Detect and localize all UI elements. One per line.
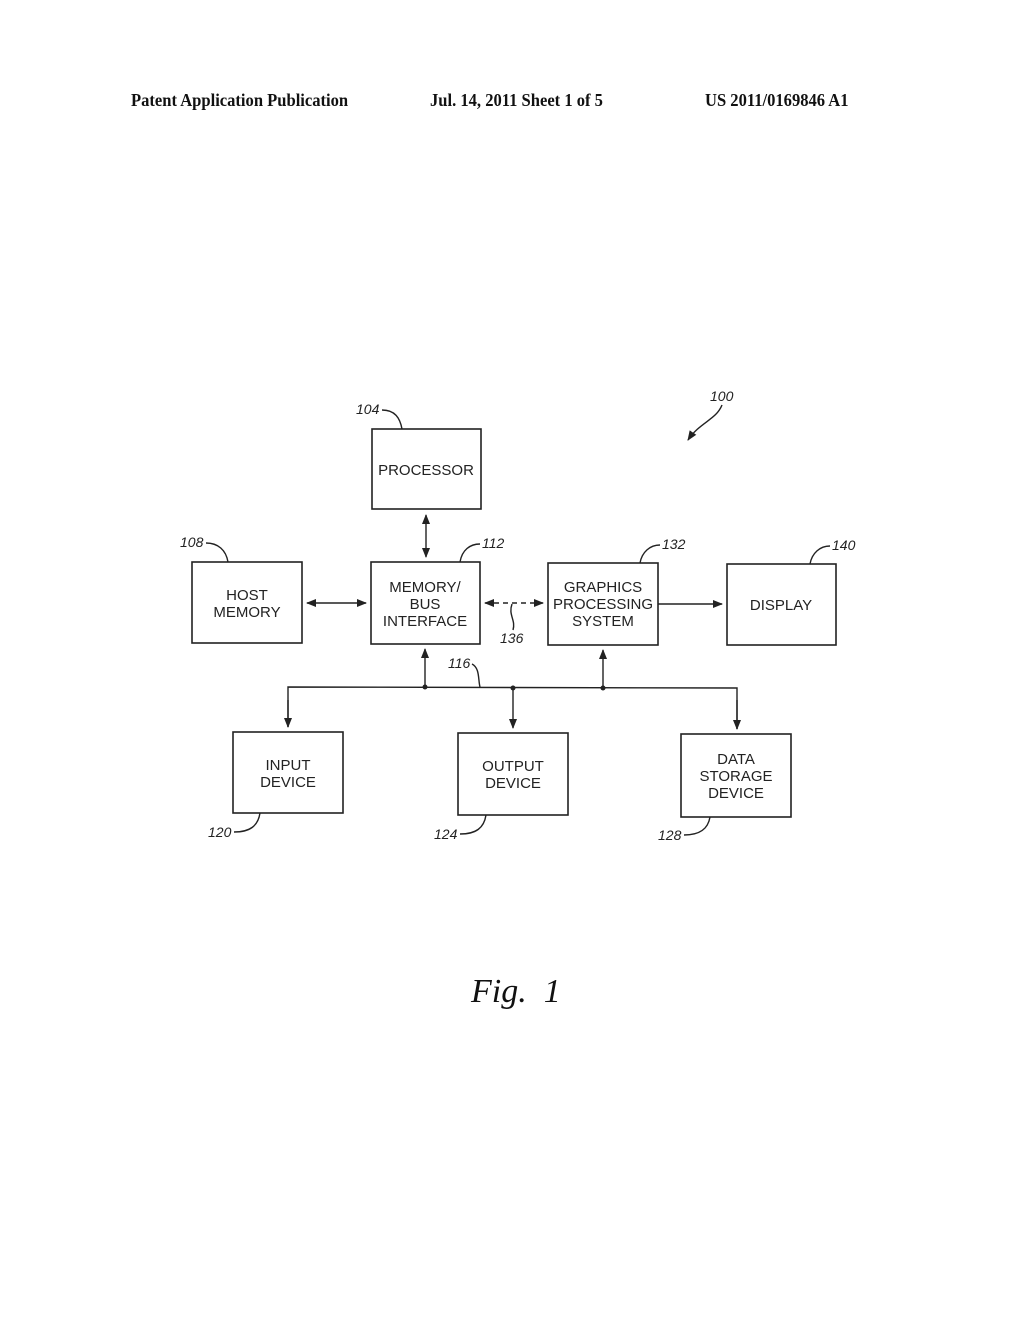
ref-104: 104 bbox=[356, 401, 380, 417]
ref-124: 124 bbox=[434, 826, 458, 842]
ref-132: 132 bbox=[662, 536, 686, 552]
memory-bus-label-1: MEMORY/ bbox=[389, 579, 461, 596]
graphics-label-3: SYSTEM bbox=[572, 613, 634, 630]
processor-block: PROCESSOR bbox=[371, 428, 482, 510]
output-device-block: OUTPUT DEVICE bbox=[457, 732, 569, 816]
input-label-1: INPUT bbox=[266, 757, 311, 774]
ref-100-arrow bbox=[687, 404, 723, 441]
ref-112: 112 bbox=[482, 535, 505, 551]
storage-label-3: DEVICE bbox=[708, 785, 764, 802]
memory-bus-label-3: INTERFACE bbox=[383, 613, 467, 630]
input-device-block: INPUT DEVICE bbox=[232, 731, 344, 814]
ref-132-leader bbox=[639, 544, 661, 564]
ref-136: 136 bbox=[500, 630, 524, 646]
figure-caption: Fig. 1 bbox=[470, 973, 561, 1010]
ref-120-leader bbox=[233, 812, 261, 833]
host-memory-block: HOST MEMORY bbox=[191, 561, 303, 644]
storage-label-1: DATA bbox=[717, 751, 755, 768]
display-label: DISPLAY bbox=[750, 597, 812, 614]
host-memory-label-1: HOST bbox=[226, 587, 268, 604]
ref-116-leader bbox=[471, 663, 481, 688]
ref-108: 108 bbox=[180, 534, 204, 550]
ref-128: 128 bbox=[658, 827, 682, 843]
bus-junction bbox=[510, 685, 516, 691]
ref-104-leader bbox=[381, 409, 403, 430]
graphics-label-1: GRAPHICS bbox=[564, 579, 642, 596]
block-diagram: 100 PROCESSOR 104 HOST MEMORY 108 MEMORY… bbox=[180, 388, 856, 1010]
ref-116: 116 bbox=[448, 655, 471, 671]
memory-bus-interface-block: MEMORY/ BUS INTERFACE bbox=[370, 561, 481, 645]
display-block: DISPLAY bbox=[726, 563, 837, 646]
bus-junction bbox=[600, 685, 606, 691]
output-label-1: OUTPUT bbox=[482, 758, 544, 775]
ref-108-leader bbox=[205, 542, 229, 563]
output-label-2: DEVICE bbox=[485, 775, 541, 792]
ref-120: 120 bbox=[208, 824, 232, 840]
ref-140-leader bbox=[809, 545, 831, 565]
processor-label: PROCESSOR bbox=[378, 462, 474, 479]
ref-136-leader bbox=[510, 603, 515, 631]
memory-bus-label-2: BUS bbox=[410, 596, 441, 613]
graphics-processing-block: GRAPHICS PROCESSING SYSTEM bbox=[547, 562, 659, 646]
bus-junction bbox=[422, 684, 428, 690]
ref-100: 100 bbox=[710, 388, 734, 404]
ref-112-leader bbox=[459, 543, 481, 563]
data-storage-block: DATA STORAGE DEVICE bbox=[680, 733, 792, 818]
host-memory-label-2: MEMORY bbox=[213, 604, 280, 621]
ref-128-leader bbox=[683, 816, 711, 836]
ref-140: 140 bbox=[832, 537, 856, 553]
graphics-label-2: PROCESSING bbox=[553, 596, 653, 613]
storage-label-2: STORAGE bbox=[699, 768, 772, 785]
ref-124-leader bbox=[459, 814, 487, 835]
input-label-2: DEVICE bbox=[260, 774, 316, 791]
